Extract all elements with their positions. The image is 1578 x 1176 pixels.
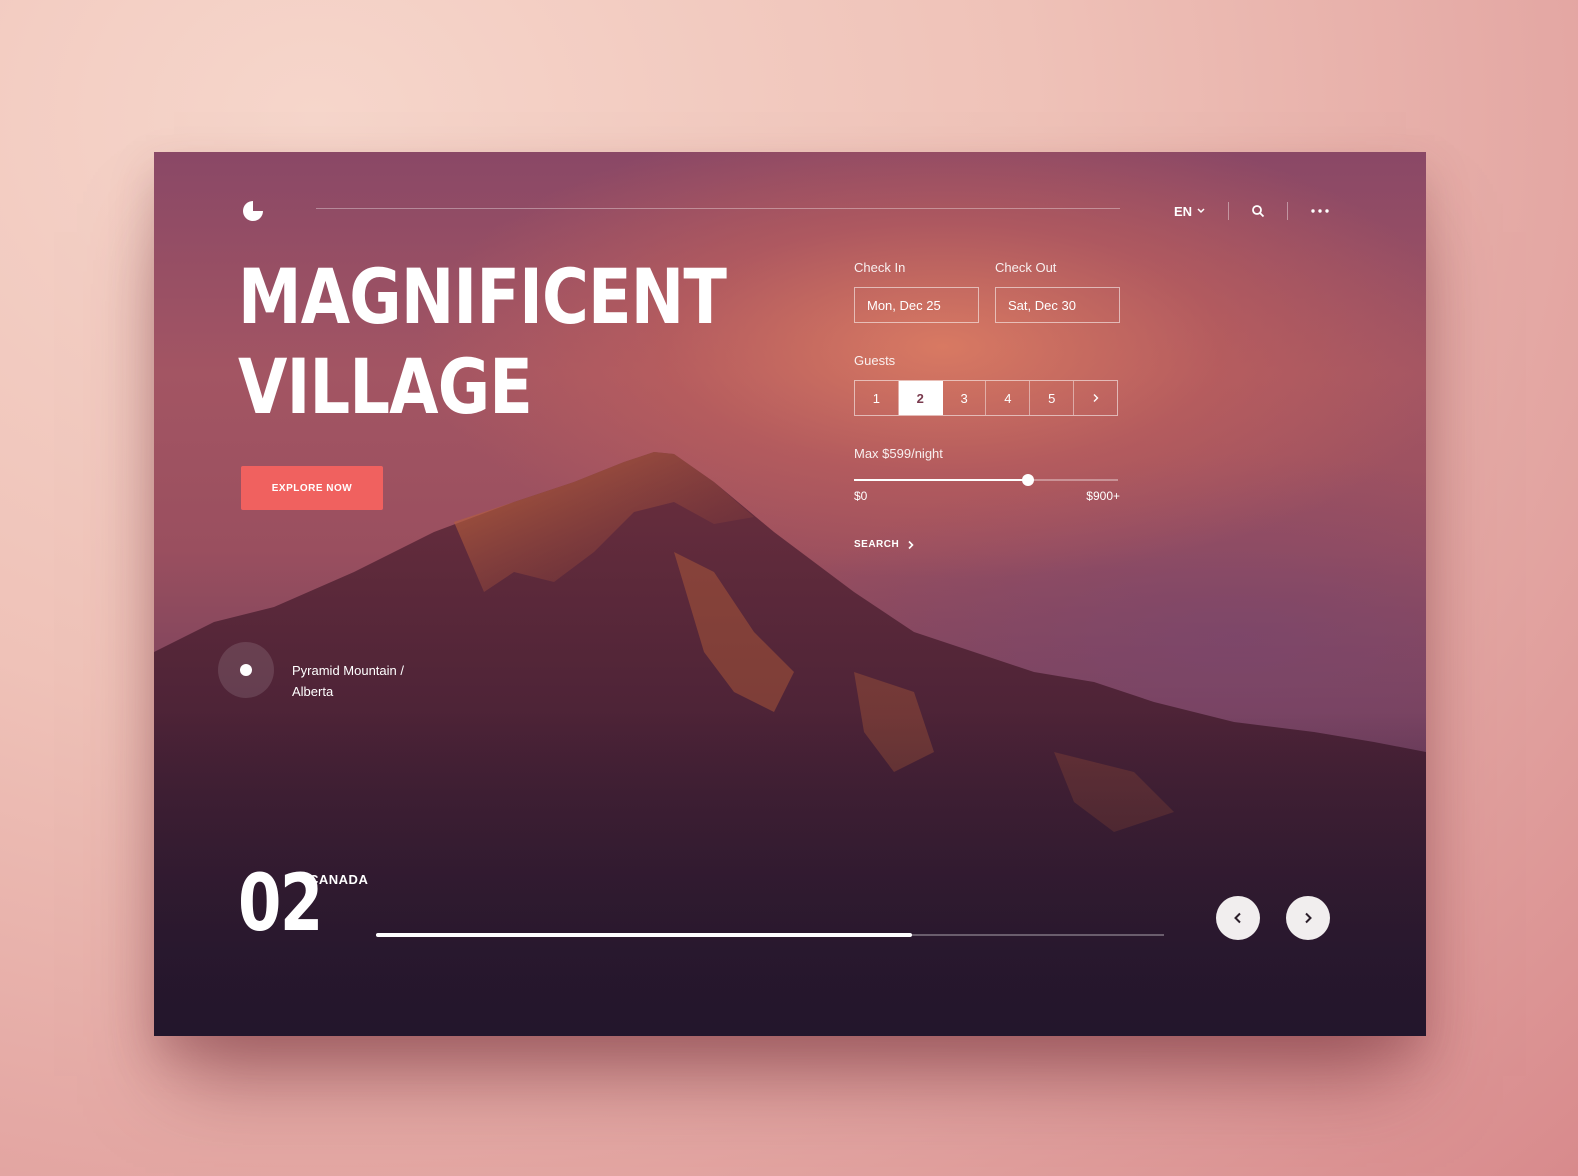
check-out-group: Check Out xyxy=(995,260,1120,323)
slide-progress-bar xyxy=(376,933,1164,937)
guest-option-5[interactable]: 5 xyxy=(1030,381,1075,415)
slide-progress-fill xyxy=(376,933,912,937)
more-icon xyxy=(1311,209,1329,213)
location-name-line-1: Pyramid Mountain / xyxy=(292,663,404,678)
check-out-label: Check Out xyxy=(995,260,1057,275)
price-min: $0 xyxy=(854,489,868,503)
chevron-right-icon xyxy=(1093,394,1099,402)
search-button[interactable]: SEARCH xyxy=(854,539,1120,550)
price-slider[interactable] xyxy=(854,474,1118,486)
price-slider-handle[interactable] xyxy=(1022,474,1035,486)
location-name-line-2: Alberta xyxy=(292,684,334,699)
price-max: $900+ xyxy=(1086,489,1120,503)
logo-icon[interactable] xyxy=(240,198,266,224)
guest-option-3[interactable]: 3 xyxy=(943,381,987,415)
language-label: EN xyxy=(1174,203,1193,219)
title-line-1: MAGNIFICENT xyxy=(238,252,727,341)
page-title: MAGNIFICENT VILLAGE xyxy=(238,252,727,432)
slide-country: CANADA xyxy=(309,872,369,887)
chevron-right-icon xyxy=(908,540,914,549)
booking-form: Check In Check Out Guests 1 2 3 4 5 Max … xyxy=(854,260,1120,550)
chevron-left-icon xyxy=(1234,912,1241,924)
guest-option-1[interactable]: 1 xyxy=(855,381,899,415)
price-slider-fill xyxy=(854,479,1029,481)
explore-now-button[interactable]: EXPLORE NOW xyxy=(241,466,383,510)
chevron-down-icon xyxy=(1197,208,1205,214)
check-in-label: Check In xyxy=(854,260,906,275)
location-marker[interactable] xyxy=(218,642,274,698)
title-line-2: VILLAGE xyxy=(238,342,533,431)
hero-card: EN MAGNIFICENT VILLAGE EXPLORE NOW Check… xyxy=(154,152,1426,1036)
top-navigation: EN xyxy=(1174,200,1330,222)
guest-option-4[interactable]: 4 xyxy=(986,381,1031,415)
guests-next-button[interactable] xyxy=(1074,381,1117,415)
search-icon xyxy=(1252,205,1265,218)
guests-label: Guests xyxy=(854,353,896,368)
max-price-label: Max $599/night xyxy=(854,446,943,461)
nav-separator xyxy=(1287,202,1289,220)
price-range: $0 $900+ xyxy=(854,489,1120,503)
date-fields: Check In Check Out xyxy=(854,260,1120,323)
next-slide-button[interactable] xyxy=(1286,896,1330,940)
location-caption: Pyramid Mountain / Alberta xyxy=(292,660,432,702)
search-button[interactable] xyxy=(1251,204,1265,218)
location-dot-icon xyxy=(240,664,252,676)
more-button[interactable] xyxy=(1310,208,1330,214)
check-out-input[interactable] xyxy=(995,287,1120,323)
header-divider xyxy=(316,208,1120,209)
nav-separator xyxy=(1228,202,1230,220)
search-label: SEARCH xyxy=(854,539,900,550)
language-selector[interactable]: EN xyxy=(1174,204,1206,219)
guest-option-2[interactable]: 2 xyxy=(898,381,943,415)
check-in-input[interactable] xyxy=(854,287,979,323)
chevron-right-icon xyxy=(1305,912,1312,924)
check-in-group: Check In xyxy=(854,260,979,323)
previous-slide-button[interactable] xyxy=(1216,896,1260,940)
guests-selector: 1 2 3 4 5 xyxy=(854,380,1118,416)
